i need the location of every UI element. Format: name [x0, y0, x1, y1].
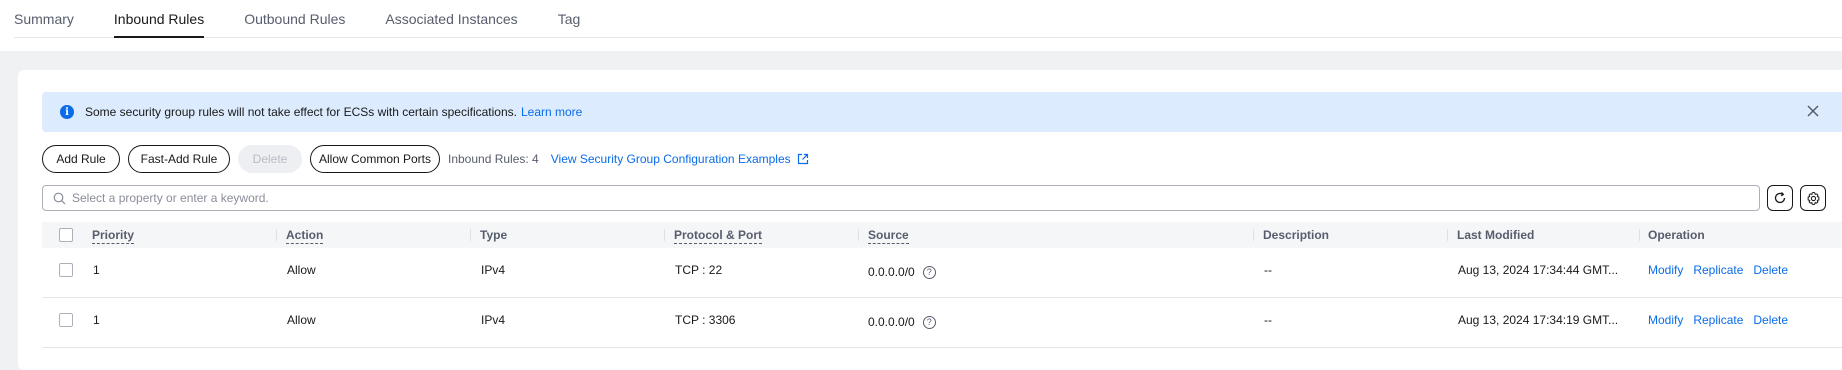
cell-source: 0.0.0.0/0?: [868, 248, 936, 298]
cell-action: Allow: [287, 263, 316, 277]
add-rule-button[interactable]: Add Rule: [42, 145, 120, 173]
gear-icon: [1807, 191, 1819, 205]
cell-protocol-port: TCP : 3306: [675, 313, 736, 327]
delete-link[interactable]: Delete: [1753, 263, 1788, 277]
toolbar: Add Rule Fast-Add Rule Delete Allow Comm…: [42, 145, 809, 173]
column-type: Type: [480, 228, 508, 242]
cell-operation: Modify Replicate Delete: [1648, 248, 1798, 298]
modify-link[interactable]: Modify: [1648, 313, 1683, 327]
examples-link[interactable]: View Security Group Configuration Exampl…: [551, 152, 809, 166]
modify-link[interactable]: Modify: [1648, 263, 1683, 277]
table-row: 1 Allow IPv4 TCP : 22 0.0.0.0/0? -- Aug …: [42, 248, 1842, 298]
column-priority-label: Priority: [92, 228, 135, 244]
info-notice: i Some security group rules will not tak…: [42, 92, 1842, 132]
cell-last-modified: Aug 13, 2024 17:34:44 GMT...: [1458, 263, 1619, 277]
delete-button[interactable]: Delete: [238, 145, 302, 173]
column-divider: [1253, 229, 1254, 241]
inbound-rules-count: Inbound Rules: 4: [448, 152, 539, 166]
cell-last-modified: Aug 13, 2024 17:34:19 GMT...: [1458, 313, 1619, 327]
cell-operation: Modify Replicate Delete: [1648, 298, 1798, 348]
column-description: Description: [1263, 228, 1330, 242]
cell-priority: 1: [93, 263, 100, 277]
cell-type: IPv4: [481, 263, 506, 277]
cell-priority: 1: [93, 313, 100, 327]
column-operation: Operation: [1648, 228, 1705, 242]
table-header: Priority Action Type Protocol & Port Sou…: [42, 222, 1842, 248]
refresh-button[interactable]: [1767, 185, 1793, 211]
cell-source: 0.0.0.0/0?: [868, 298, 936, 348]
help-icon[interactable]: ?: [922, 316, 936, 330]
fast-add-rule-button[interactable]: Fast-Add Rule: [128, 145, 230, 173]
replicate-link[interactable]: Replicate: [1693, 313, 1743, 327]
column-action-label: Action: [286, 228, 324, 244]
search-input[interactable]: Select a property or enter a keyword.: [42, 185, 1760, 211]
row-checkbox[interactable]: [59, 263, 73, 277]
tab-list: Summary Inbound Rules Outbound Rules Ass…: [14, 0, 1842, 38]
info-icon: i: [60, 105, 74, 119]
search-icon: [53, 192, 66, 204]
tab-summary[interactable]: Summary: [14, 0, 74, 38]
allow-common-ports-button[interactable]: Allow Common Ports: [310, 145, 440, 173]
column-divider: [858, 229, 859, 241]
rules-panel: i Some security group rules will not tak…: [18, 70, 1842, 370]
source-value: 0.0.0.0/0: [868, 265, 915, 279]
select-all-checkbox[interactable]: [59, 228, 73, 242]
close-icon[interactable]: [1806, 104, 1820, 118]
search-placeholder: Select a property or enter a keyword.: [72, 191, 269, 205]
column-divider: [664, 229, 665, 241]
cell-action: Allow: [287, 313, 316, 327]
column-last-modified: Last Modified: [1457, 228, 1535, 242]
column-divider: [1639, 229, 1640, 241]
replicate-link[interactable]: Replicate: [1693, 263, 1743, 277]
column-protocol-port[interactable]: Protocol & Port: [674, 222, 763, 248]
column-protocol-port-label: Protocol & Port: [674, 228, 763, 244]
delete-link[interactable]: Delete: [1753, 313, 1788, 327]
rules-table: Priority Action Type Protocol & Port Sou…: [42, 222, 1842, 348]
column-divider: [276, 229, 277, 241]
column-source[interactable]: Source: [868, 222, 909, 248]
tab-associated-instances[interactable]: Associated Instances: [385, 0, 517, 38]
column-divider: [470, 229, 471, 241]
row-checkbox[interactable]: [59, 313, 73, 327]
column-action[interactable]: Action: [286, 222, 324, 248]
tab-inbound-rules[interactable]: Inbound Rules: [113, 0, 205, 38]
notice-text: Some security group rules will not take …: [85, 105, 517, 119]
column-priority[interactable]: Priority: [92, 222, 135, 248]
column-source-label: Source: [868, 228, 909, 244]
refresh-icon: [1774, 192, 1786, 204]
help-icon[interactable]: ?: [922, 266, 936, 280]
cell-description: --: [1264, 313, 1272, 327]
external-link-icon: [797, 153, 808, 165]
cell-type: IPv4: [481, 313, 506, 327]
source-value: 0.0.0.0/0: [868, 315, 915, 329]
column-divider: [1447, 229, 1448, 241]
settings-button[interactable]: [1800, 185, 1826, 211]
learn-more-link[interactable]: Learn more: [521, 105, 582, 119]
cell-protocol-port: TCP : 22: [675, 263, 723, 277]
tab-outbound-rules[interactable]: Outbound Rules: [244, 0, 345, 38]
examples-link-label: View Security Group Configuration Exampl…: [550, 152, 791, 166]
table-row: 1 Allow IPv4 TCP : 3306 0.0.0.0/0? -- Au…: [42, 298, 1842, 348]
cell-description: --: [1264, 263, 1272, 277]
tab-tag[interactable]: Tag: [558, 0, 581, 38]
tabs-bar: Summary Inbound Rules Outbound Rules Ass…: [0, 0, 1842, 51]
